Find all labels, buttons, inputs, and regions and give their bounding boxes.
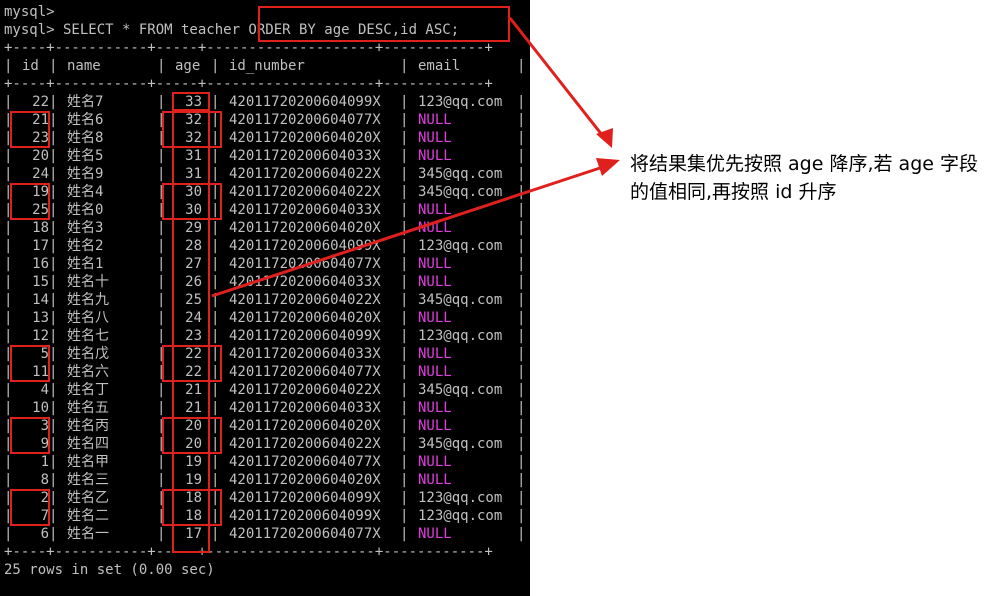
arrow-line (211, 166, 601, 298)
annotation-text: 将结果集优先按照 age 降序,若 age 字段的值相同,再按照 id 升序 (630, 153, 978, 203)
arrow-line (508, 17, 608, 141)
arrows-layer (211, 17, 620, 298)
arrowhead-icon (596, 158, 620, 176)
